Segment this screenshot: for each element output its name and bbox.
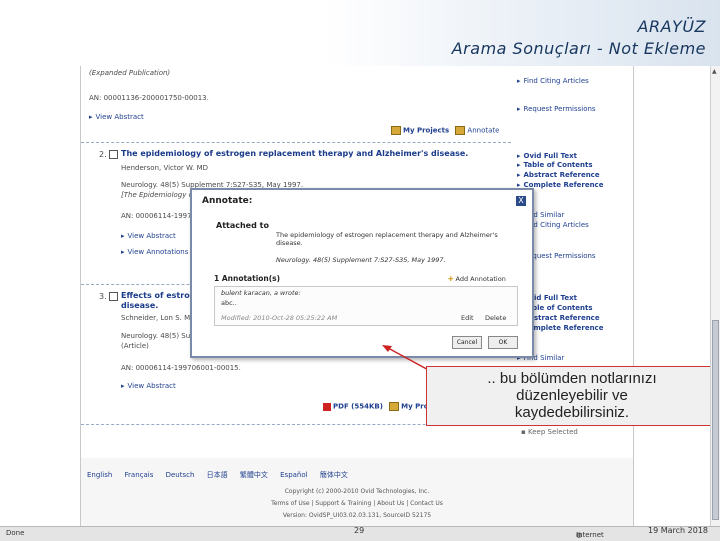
scrollbar[interactable]: ▲ [710, 66, 720, 526]
result-2-link-2[interactable]: ▸ Abstract Reference [517, 171, 600, 179]
callout-box: .. bu bölümden notlarınızı düzenleyebili… [426, 366, 718, 426]
result-3-checkbox[interactable] [109, 292, 118, 301]
annotation-modified: Modified: 2010-Oct-28 05:25:22 AM [221, 314, 338, 322]
attached-title-1: The epidemiology of estrogen replacement… [276, 231, 498, 239]
add-annotation-button[interactable]: ✚ Add Annotation [448, 275, 506, 283]
arrow-icon: ▸ [89, 113, 93, 121]
folder-icon [391, 126, 401, 135]
ok-button[interactable]: OK [488, 336, 518, 349]
cancel-button[interactable]: Cancel [452, 336, 482, 349]
folder-icon [389, 402, 400, 411]
footer-version: Version: OvidSP_UI03.02.03.131, SourceID… [282, 512, 432, 519]
divider [81, 142, 511, 143]
result-3-view-abstract[interactable]: ▸ View Abstract [121, 382, 176, 390]
result-2-link-0[interactable]: ▸ Ovid Full Text [517, 152, 577, 160]
pdf-icon [323, 402, 331, 411]
result-2-number: 2. [99, 150, 107, 159]
annotation-count: 1 Annotation(s) [214, 274, 281, 283]
result-3-title-b[interactable]: disease. [121, 301, 158, 311]
slide-title-line1: ARAYÜZ [637, 17, 706, 36]
arrow-icon: ▸ [121, 248, 125, 256]
slide-page-number: 29 [354, 526, 365, 535]
annotation-box[interactable]: bulent karacan, a wrote: abc.. Modified:… [214, 286, 518, 326]
result-2-view-abstract[interactable]: ▸ View Abstract [121, 232, 176, 240]
lang-6[interactable]: 簡体中文 [320, 471, 348, 479]
result-1-an: AN: 00001136-200001750-00013. [89, 94, 209, 102]
slide-header: ARAYÜZ Arama Sonuçları - Not Ekleme [0, 0, 720, 66]
annotation-author: bulent karacan, a wrote: [221, 289, 301, 297]
result-1-request-permissions[interactable]: ▸ Request Permissions [517, 105, 596, 113]
result-2-link-1[interactable]: ▸ Table of Contents [517, 161, 593, 169]
annotate-icon [455, 126, 466, 135]
callout-line-2: düzenleyebilir ve [516, 387, 628, 404]
result-1-find-citing[interactable]: ▸ Find Citing Articles [517, 77, 589, 85]
edit-link[interactable]: Edit [461, 314, 474, 322]
callout-line-1: .. bu bölümden notlarınızı [487, 370, 657, 387]
attached-source: Neurology. 48(5) Supplement 7:S27-S35, M… [276, 256, 446, 264]
result-2-author: Henderson, Victor W. MD [121, 164, 209, 172]
attached-title-2: disease. [276, 239, 303, 247]
annotate-dialog: Annotate: X Attached to The epidemiology… [190, 188, 534, 358]
attached-to-label: Attached to [216, 221, 269, 230]
keep-icon: ▪ [521, 428, 528, 436]
language-bar: English Français Deutsch 日本語 繁體中文 Españo… [81, 470, 633, 480]
scroll-up-icon[interactable]: ▲ [712, 68, 717, 75]
scrollbar-thumb[interactable] [712, 320, 719, 520]
lang-0[interactable]: English [87, 471, 112, 479]
result-2-title[interactable]: The epidemiology of estrogen replacement… [121, 149, 468, 159]
arrow-icon: ▸ [121, 232, 125, 240]
dialog-title: Annotate: [202, 196, 253, 206]
result-3-an: AN: 00006114-199706001-00015. [121, 364, 241, 372]
lang-4[interactable]: 繁體中文 [240, 471, 268, 479]
close-icon[interactable]: X [516, 196, 526, 206]
slide-date: 19 March 2018 [648, 526, 709, 535]
result-1-my-projects[interactable]: My Projects [403, 127, 449, 135]
result-3-source: Neurology. 48(5) Suppl [121, 332, 202, 340]
footer-copyright: Copyright (c) 2000-2010 Ovid Technologie… [284, 488, 430, 495]
result-1-view-abstract[interactable]: ▸ View Abstract [89, 113, 144, 121]
annotation-text: abc.. [221, 299, 237, 307]
keep-selected-button[interactable]: ▪ Keep Selected [521, 428, 578, 436]
result-3-author: Schneider, Lon S. MD [121, 314, 196, 322]
result-3-pdf[interactable]: PDF (554KB) [333, 403, 383, 411]
result-3-title-a[interactable]: Effects of estrog [121, 291, 195, 301]
slide-title-line2: Arama Sonuçları - Not Ekleme [451, 39, 706, 58]
footer-links[interactable]: Terms of Use | Support & Training | Abou… [81, 500, 633, 507]
add-icon: ✚ [448, 275, 456, 283]
result-3-type: (Article) [121, 342, 149, 350]
lang-5[interactable]: Español [280, 471, 307, 479]
status-done: Done [6, 529, 25, 537]
result-2-checkbox[interactable] [109, 150, 118, 159]
result-1-type: (Expanded Publication) [89, 69, 171, 77]
arrow-icon: ▸ [121, 382, 125, 390]
result-1-project-bar: My Projects Annotate [391, 126, 499, 135]
lang-2[interactable]: Deutsch [166, 471, 195, 479]
lang-3[interactable]: 日本語 [207, 471, 228, 479]
result-2-view-annotations[interactable]: ▸ View Annotations [121, 248, 188, 256]
lang-1[interactable]: Français [125, 471, 154, 479]
delete-link[interactable]: Delete [485, 314, 506, 322]
slide-title: ARAYÜZ Arama Sonuçları - Not Ekleme [452, 16, 706, 60]
callout-line-3: kaydedebilirsiniz. [514, 404, 630, 421]
result-3-number: 3. [99, 292, 107, 301]
result-1-annotate[interactable]: Annotate [467, 127, 499, 135]
